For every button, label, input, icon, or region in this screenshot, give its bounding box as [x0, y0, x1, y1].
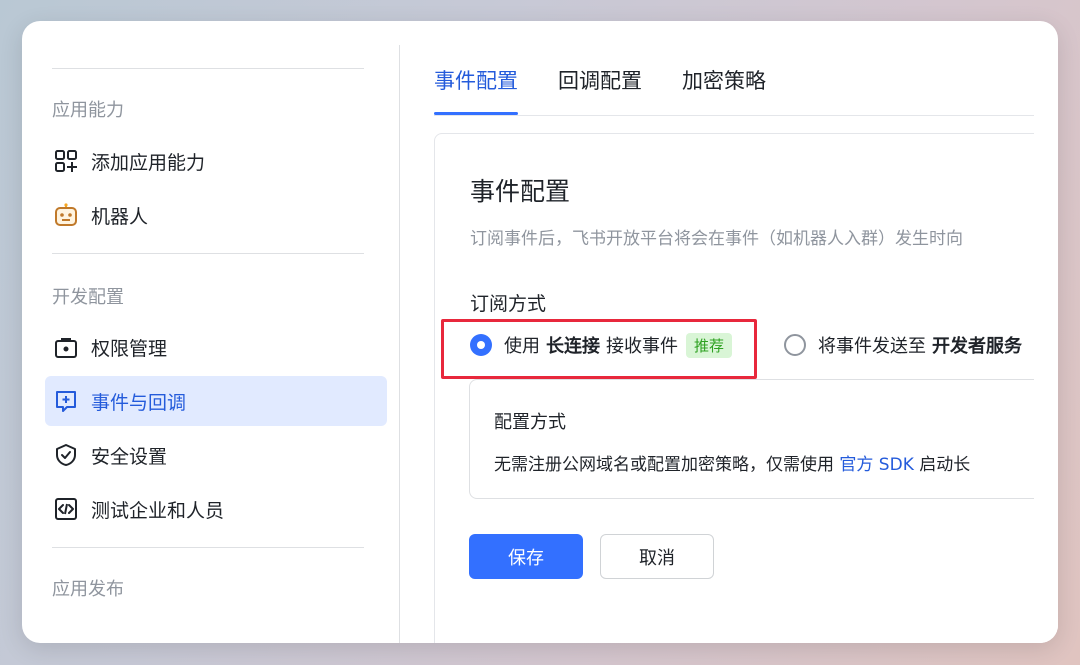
- save-button[interactable]: 保存: [469, 534, 583, 579]
- tab-event-config[interactable]: 事件配置: [434, 65, 518, 115]
- radio-checked-icon[interactable]: [470, 334, 492, 356]
- option-suffix: 接收事件: [606, 336, 678, 357]
- official-sdk-link[interactable]: 官方 SDK: [839, 455, 913, 475]
- option-prefix: 将事件发送至: [818, 336, 926, 357]
- sidebar-item-label: 测试企业和人员: [91, 499, 225, 522]
- shield-check-icon: [53, 442, 79, 468]
- grid-plus-icon: [53, 148, 79, 174]
- robot-icon: [53, 202, 79, 228]
- option-bold: 长连接: [546, 336, 600, 357]
- recommended-badge: 推荐: [686, 332, 733, 358]
- option-prefix: 使用: [504, 336, 540, 357]
- option-developer-server[interactable]: 将事件发送至 开发者服务: [784, 332, 1028, 358]
- page-title: 事件配置: [470, 177, 571, 206]
- config-method-title: 配置方式: [494, 412, 566, 433]
- sidebar: 应用能力 添加应用能力 机器人 开发配置 权限管理 事件与回调 安全设置 测试企…: [22, 21, 399, 643]
- sidebar-item-add-capability[interactable]: 添加应用能力: [45, 136, 387, 186]
- radio-unchecked-icon[interactable]: [784, 334, 806, 356]
- tab-encryption-policy[interactable]: 加密策略: [682, 65, 766, 115]
- sidebar-item-label: 机器人: [91, 205, 149, 228]
- section-title-app-capability: 应用能力: [52, 100, 124, 121]
- section-title-dev-config: 开发配置: [52, 287, 124, 308]
- option-bold: 开发者服务: [932, 336, 1022, 357]
- subscription-method-label: 订阅方式: [470, 293, 547, 315]
- sidebar-item-events-callbacks[interactable]: 事件与回调: [45, 376, 387, 426]
- sidebar-item-robot[interactable]: 机器人: [45, 190, 387, 240]
- config-method-box: 配置方式 无需注册公网域名或配置加密策略，仅需使用 官方 SDK 启动长: [469, 379, 1058, 499]
- sidebar-item-label: 事件与回调: [91, 391, 187, 414]
- content-clip-edge: [1034, 133, 1058, 643]
- tab-underline: [434, 115, 1034, 116]
- sidebar-item-label: 添加应用能力: [91, 151, 206, 174]
- sidebar-divider: [52, 68, 364, 69]
- config-method-text: 无需注册公网域名或配置加密策略，仅需使用 官方 SDK 启动长: [494, 450, 970, 475]
- sidebar-item-security[interactable]: 安全设置: [45, 430, 387, 480]
- section-title-app-publish: 应用发布: [52, 579, 124, 600]
- event-config-card: 事件配置 订阅事件后，飞书开放平台将会在事件（如机器人入群）发生时向 订阅方式 …: [434, 133, 1058, 643]
- sidebar-item-test-users[interactable]: 测试企业和人员: [45, 484, 387, 534]
- cancel-button[interactable]: 取消: [600, 534, 714, 579]
- sidebar-divider: [52, 547, 364, 548]
- sidebar-item-permissions[interactable]: 权限管理: [45, 322, 387, 372]
- sidebar-item-label: 安全设置: [91, 445, 168, 468]
- config-text-prefix: 无需注册公网域名或配置加密策略，仅需使用: [494, 455, 834, 475]
- vertical-divider: [399, 45, 400, 643]
- option-long-connection[interactable]: 使用 长连接 接收事件 推荐: [470, 332, 733, 358]
- config-text-suffix: 启动长: [919, 455, 971, 475]
- event-callback-icon: [53, 388, 79, 414]
- tab-callback-config[interactable]: 回调配置: [558, 65, 642, 115]
- card-description: 订阅事件后，飞书开放平台将会在事件（如机器人入群）发生时向: [470, 229, 963, 249]
- app-window: 应用能力 添加应用能力 机器人 开发配置 权限管理 事件与回调 安全设置 测试企…: [22, 21, 1058, 643]
- sidebar-item-label: 权限管理: [91, 337, 168, 360]
- code-box-icon: [53, 496, 79, 522]
- tab-bar: 事件配置 回调配置 加密策略: [434, 65, 806, 115]
- sidebar-divider: [52, 253, 364, 254]
- lock-box-icon: [53, 334, 79, 360]
